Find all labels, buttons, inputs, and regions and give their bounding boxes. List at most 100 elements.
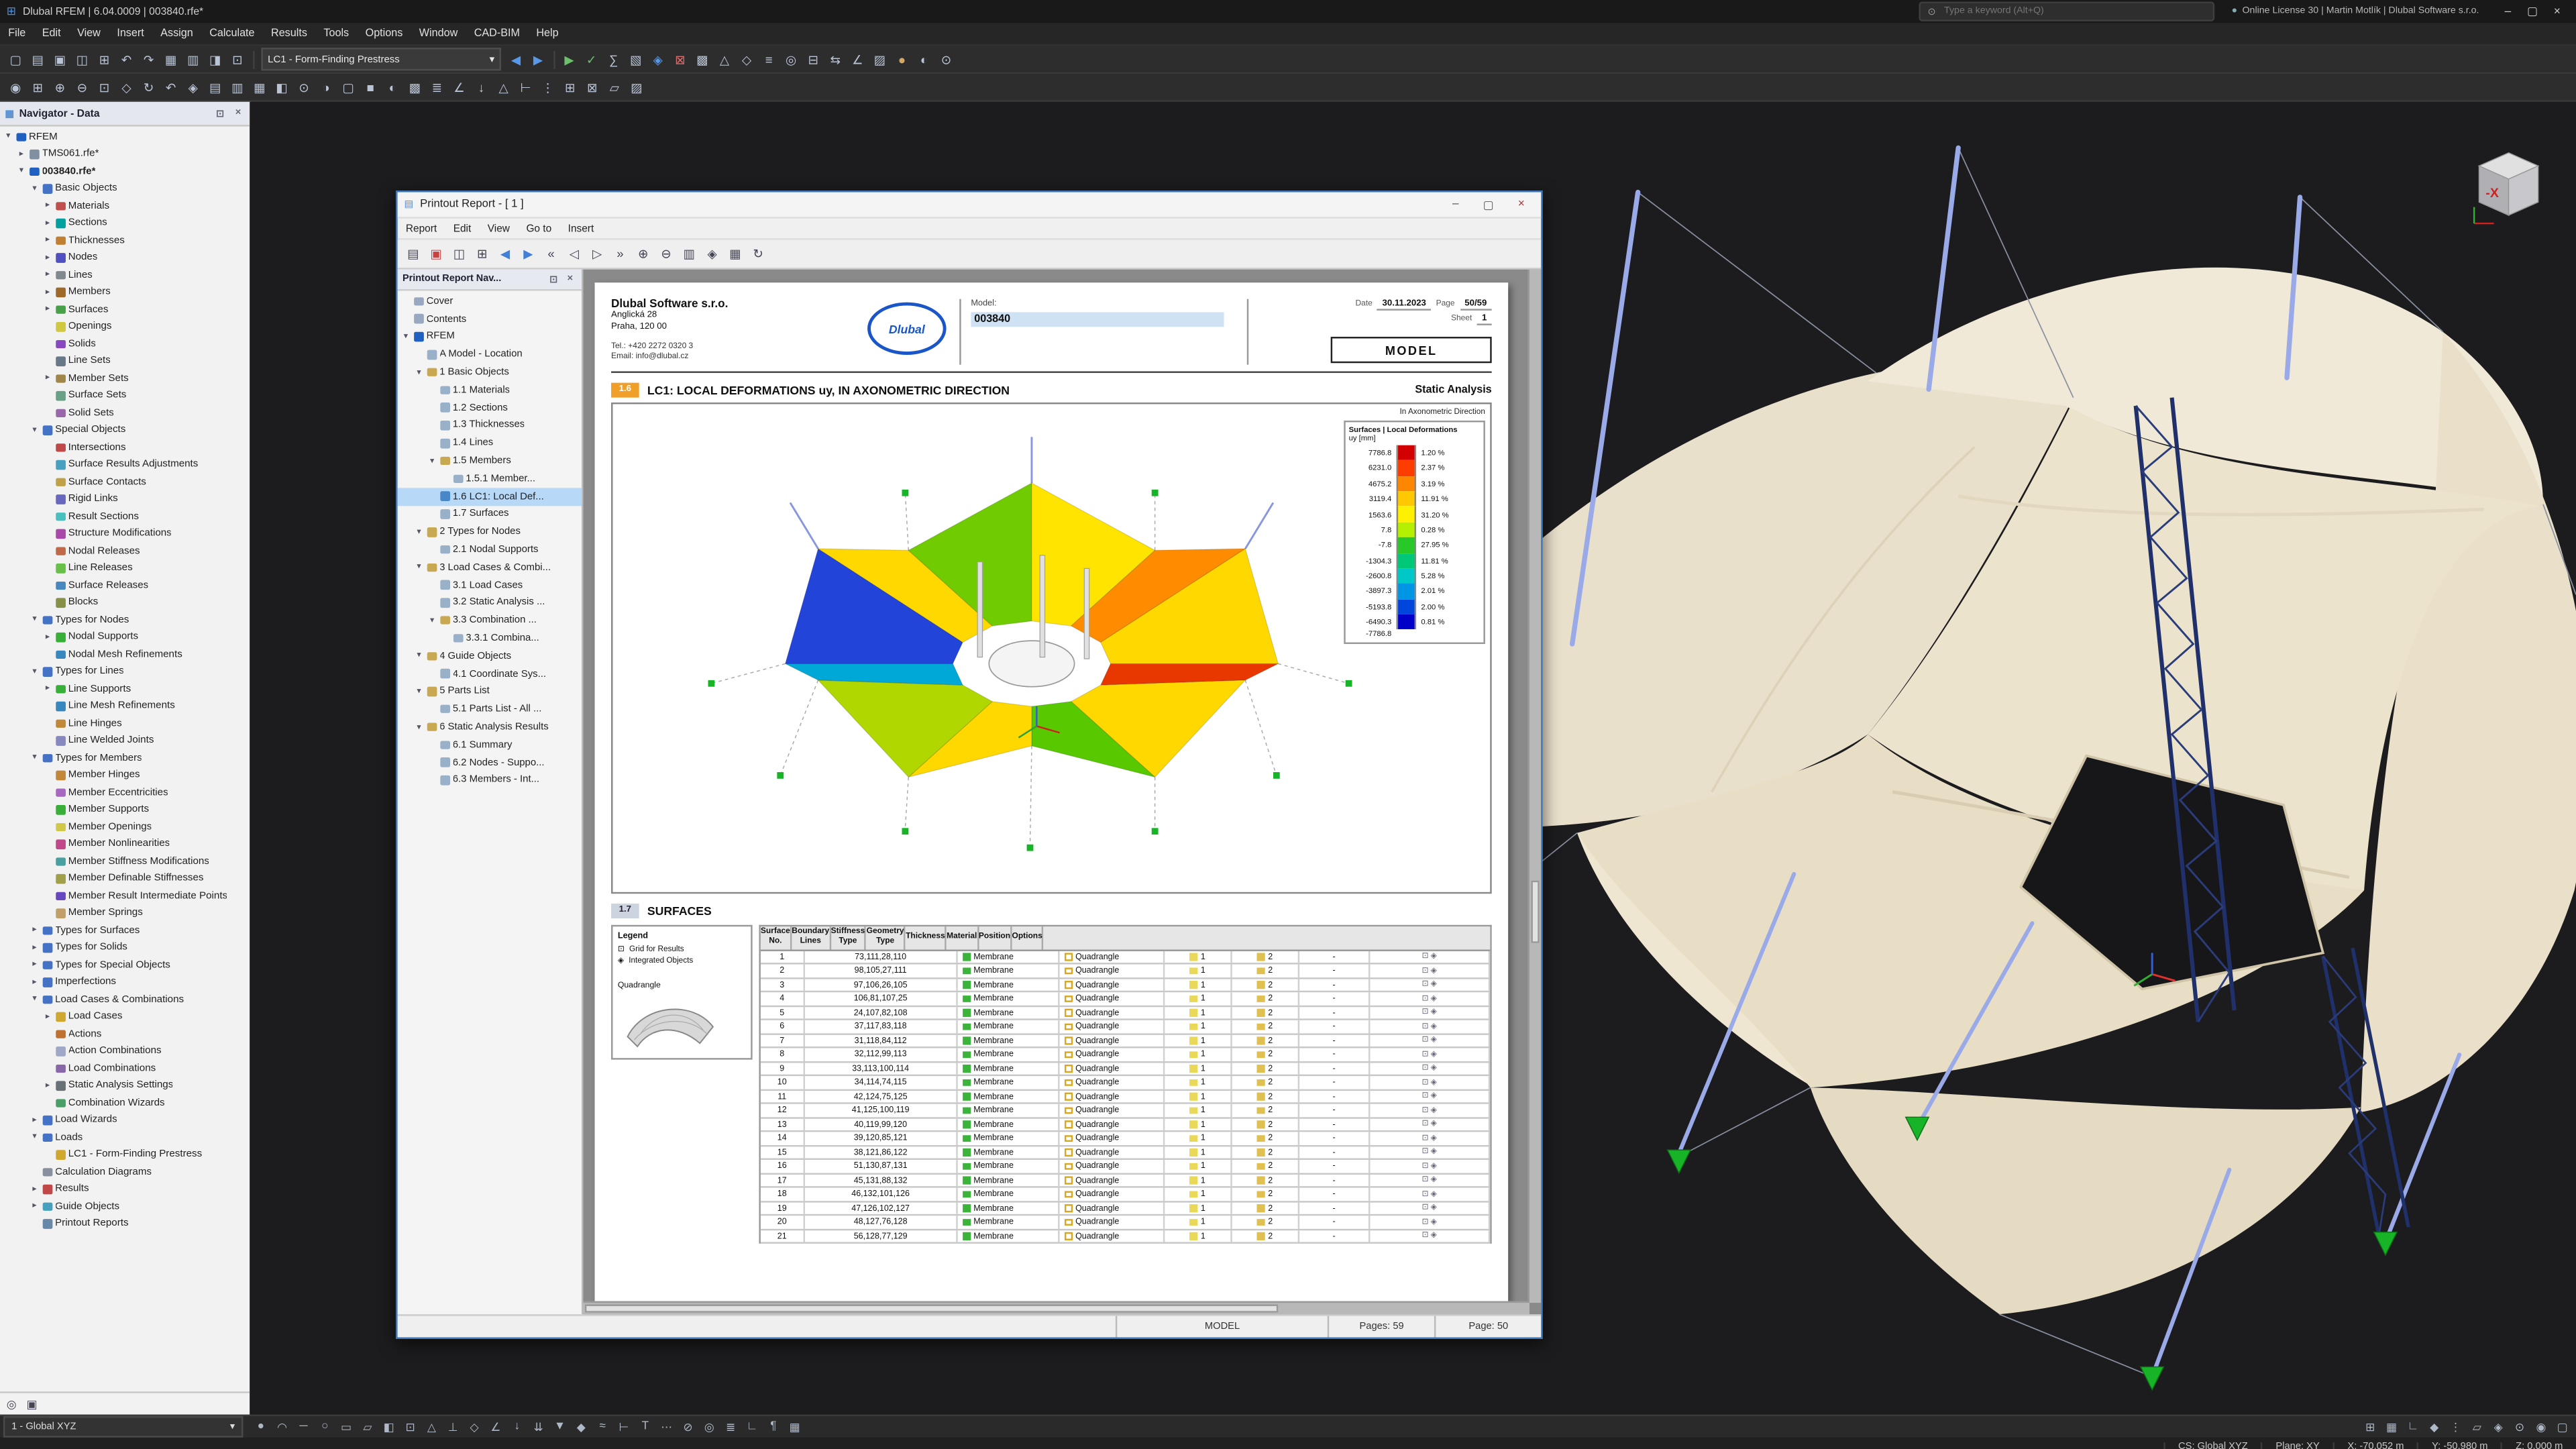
report-tree-item[interactable]: 4.1 Coordinate Sys... — [398, 665, 582, 682]
tree-item[interactable]: ▾ Types for Lines — [0, 663, 250, 680]
numbering-icon[interactable]: ≡ — [758, 48, 780, 70]
nodal-load-icon[interactable]: ↓ — [507, 1416, 528, 1438]
maximize-button[interactable]: ▢ — [2520, 1, 2545, 21]
rendering-icon[interactable]: ▨ — [869, 48, 891, 70]
expander-icon[interactable]: ▾ — [30, 667, 40, 677]
solid-icon[interactable]: ◧ — [378, 1416, 399, 1438]
select-object-icon[interactable]: ◈ — [702, 243, 723, 264]
new-model-icon[interactable]: ▢ — [5, 48, 26, 70]
loads-display-icon[interactable]: ↓ — [471, 76, 492, 98]
menu-item[interactable]: Help — [528, 28, 567, 40]
tree-item[interactable]: Blocks — [0, 594, 250, 611]
report-nav-close-icon[interactable]: × — [564, 274, 577, 284]
tree-item[interactable]: LC1 - Form-Finding Prestress — [0, 1146, 250, 1163]
report-menu-item[interactable]: Report — [398, 223, 445, 234]
next-page-icon[interactable]: ▷ — [586, 243, 608, 264]
report-tree-item[interactable]: ▾ 1.5 Members — [398, 452, 582, 470]
tree-item[interactable]: ▾ Types for Nodes — [0, 611, 250, 629]
report-options-icon[interactable]: ⊞ — [472, 243, 493, 264]
fe-mesh-icon[interactable]: ▩ — [692, 48, 713, 70]
expander-icon[interactable]: ▾ — [30, 994, 40, 1004]
tree-item[interactable]: Surface Releases — [0, 577, 250, 594]
solid-display-icon[interactable]: ■ — [360, 76, 381, 98]
expander-icon[interactable]: ▸ — [43, 1012, 53, 1022]
tree-item[interactable]: Member Result Intermediate Points — [0, 887, 250, 904]
select-mode-icon[interactable]: ◉ — [2531, 1416, 2552, 1438]
arc-icon[interactable]: ◠ — [272, 1416, 292, 1438]
snap-icon[interactable]: ⊠ — [582, 76, 603, 98]
visibility-icon[interactable]: ◎ — [780, 48, 802, 70]
tree-item[interactable]: Openings — [0, 318, 250, 335]
tables-icon[interactable]: ▥ — [182, 48, 204, 70]
minimize-button[interactable]: – — [2496, 1, 2520, 21]
display-properties-icon[interactable]: ◐ — [914, 48, 935, 70]
imperfection-icon[interactable]: ≈ — [592, 1416, 613, 1438]
menu-item[interactable]: Assign — [152, 28, 201, 40]
menu-item[interactable]: Edit — [34, 28, 69, 40]
delete-results-icon[interactable]: ⊠ — [669, 48, 691, 70]
report-tree-item[interactable]: ▾ RFEM — [398, 328, 582, 345]
expander-icon[interactable]: ▸ — [30, 1115, 40, 1125]
view-z-icon[interactable]: ▦ — [249, 76, 270, 98]
expander-icon[interactable]: ▾ — [427, 616, 437, 626]
report-tree-item[interactable]: 1.2 Sections — [398, 399, 582, 417]
result-values-icon[interactable]: ▧ — [625, 48, 647, 70]
report-close-button[interactable]: × — [1508, 195, 1534, 214]
tree-item[interactable]: Load Combinations — [0, 1060, 250, 1077]
member-hinge-icon[interactable]: ◇ — [464, 1416, 485, 1438]
refresh-icon[interactable]: ↻ — [747, 243, 769, 264]
render-mode-icon[interactable]: ● — [892, 48, 913, 70]
menu-item[interactable]: Results — [263, 28, 315, 40]
expander-icon[interactable]: ▸ — [30, 943, 40, 953]
tree-item[interactable]: ▾ 003840.rfe* — [0, 162, 250, 180]
visibility-mode-icon[interactable]: ◎ — [699, 1416, 720, 1438]
tree-item[interactable]: ▾ RFEM — [0, 128, 250, 146]
tree-item[interactable]: Surface Results Adjustments — [0, 456, 250, 474]
expander-icon[interactable]: ▾ — [414, 368, 424, 378]
grid-display-icon[interactable]: ▦ — [2381, 1416, 2402, 1438]
expander-icon[interactable]: ▾ — [3, 132, 13, 142]
tree-item[interactable]: ▸ Results — [0, 1181, 250, 1198]
redo-icon[interactable]: ↷ — [138, 48, 160, 70]
rotate-view-icon[interactable]: ↻ — [138, 76, 160, 98]
expander-icon[interactable]: ▸ — [43, 253, 53, 263]
report-vertical-scrollbar[interactable] — [1527, 269, 1542, 1303]
object-snap-icon[interactable]: ◆ — [2424, 1416, 2445, 1438]
report-minimize-button[interactable]: – — [1442, 195, 1468, 214]
tree-item[interactable]: ▾ Loads — [0, 1128, 250, 1146]
panel-toggle-icon[interactable]: ◨ — [205, 48, 226, 70]
report-tree-item[interactable]: ▾ 5 Parts List — [398, 683, 582, 700]
menu-item[interactable]: Options — [357, 28, 411, 40]
measure-icon[interactable]: ∟ — [742, 1416, 763, 1438]
report-tree-item[interactable]: ▾ 4 Guide Objects — [398, 647, 582, 665]
dimensions-icon[interactable]: ⊢ — [515, 76, 537, 98]
license-info[interactable]: ● Online License 30 | Martin Motlík | Dl… — [2222, 7, 2489, 17]
tree-item[interactable]: ▸ Nodal Supports — [0, 629, 250, 646]
menu-item[interactable]: Window — [411, 28, 466, 40]
snap-grid-icon[interactable]: ⊞ — [2360, 1416, 2381, 1438]
page-setup-icon[interactable]: ▤ — [402, 243, 424, 264]
tree-item[interactable]: Line Welded Joints — [0, 732, 250, 749]
tree-item[interactable]: ▸ Thicknesses — [0, 231, 250, 249]
text-icon[interactable]: T — [635, 1416, 656, 1438]
report-tree-item[interactable]: Contents — [398, 310, 582, 327]
menu-item[interactable]: Tools — [315, 28, 357, 40]
report-horizontal-scrollbar[interactable] — [583, 1301, 1530, 1315]
cad-snap-icon[interactable]: ◈ — [2488, 1416, 2509, 1438]
hinges-icon[interactable]: ◇ — [736, 48, 757, 70]
check-model-icon[interactable]: ✓ — [581, 48, 602, 70]
load-case-selector[interactable]: LC1 - Form-Finding Prestress ▾ — [261, 48, 501, 71]
lock-icon[interactable]: ▢ — [2552, 1416, 2573, 1438]
tree-item[interactable]: ▾ Basic Objects — [0, 180, 250, 197]
settings-icon[interactable]: ⊙ — [936, 48, 957, 70]
guidelines-icon[interactable]: ⋮ — [537, 76, 559, 98]
line-support-icon[interactable]: ⊥ — [443, 1416, 464, 1438]
last-page-icon[interactable]: » — [610, 243, 631, 264]
tree-item[interactable]: Intersections — [0, 439, 250, 456]
close-panel-icon[interactable]: × — [231, 109, 245, 119]
grid-icon[interactable]: ⊞ — [559, 76, 581, 98]
pin-icon[interactable]: ⊡ — [213, 107, 227, 119]
expander-icon[interactable]: ▾ — [30, 425, 40, 435]
expander-icon[interactable]: ▸ — [43, 684, 53, 694]
report-tree-item[interactable]: 1.4 Lines — [398, 434, 582, 451]
